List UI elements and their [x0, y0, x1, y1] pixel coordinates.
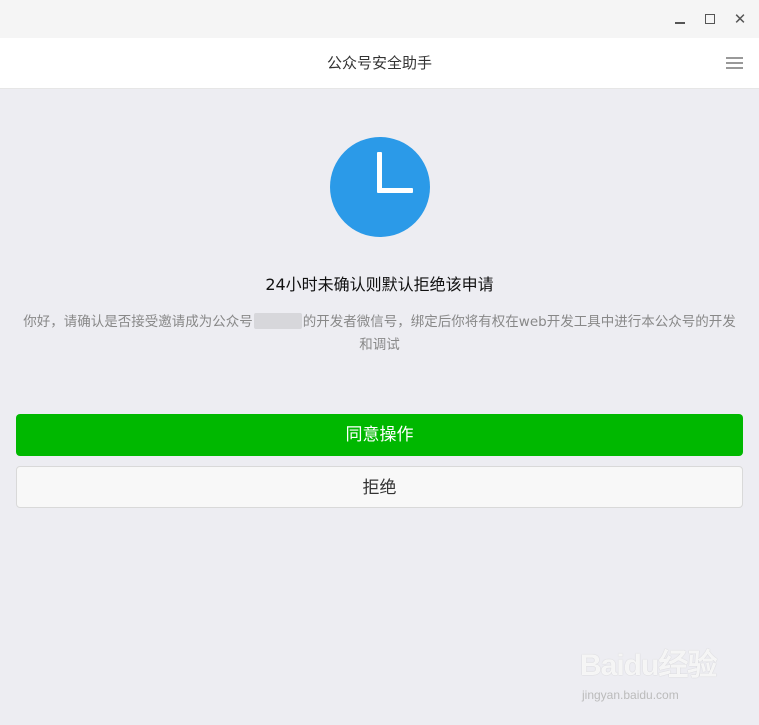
minimize-icon[interactable]: [670, 9, 690, 29]
notice-desc-before: 你好，请确认是否接受邀请成为公众号: [23, 314, 253, 330]
watermark-brand: Baidu经验: [580, 649, 717, 682]
maximize-icon[interactable]: [700, 9, 720, 29]
clock-icon: [330, 137, 430, 237]
redacted-account-name: [253, 313, 302, 329]
accept-button[interactable]: 同意操作: [16, 414, 743, 456]
notice-title: 24小时未确认则默认拒绝该申请: [265, 275, 494, 294]
reject-button[interactable]: 拒绝: [16, 466, 743, 508]
notice-desc-after: 的开发者微信号，绑定后你将有权在web开发工具中进行本公众号的开发 和调试: [302, 314, 736, 353]
close-icon[interactable]: ✕: [730, 9, 750, 29]
app-header: 公众号安全助手: [0, 38, 759, 89]
notice-description: 你好，请确认是否接受邀请成为公众号 的开发者微信号，绑定后你将有权在web开发工具…: [16, 311, 743, 357]
watermark-site: jingyan.baidu.com: [582, 688, 679, 702]
window-titlebar: ✕: [0, 0, 759, 38]
page-title: 公众号安全助手: [326, 54, 432, 72]
baidu-watermark: Baidu经验 jingyan.baidu.com: [580, 640, 740, 710]
hamburger-menu-icon[interactable]: [726, 57, 743, 69]
